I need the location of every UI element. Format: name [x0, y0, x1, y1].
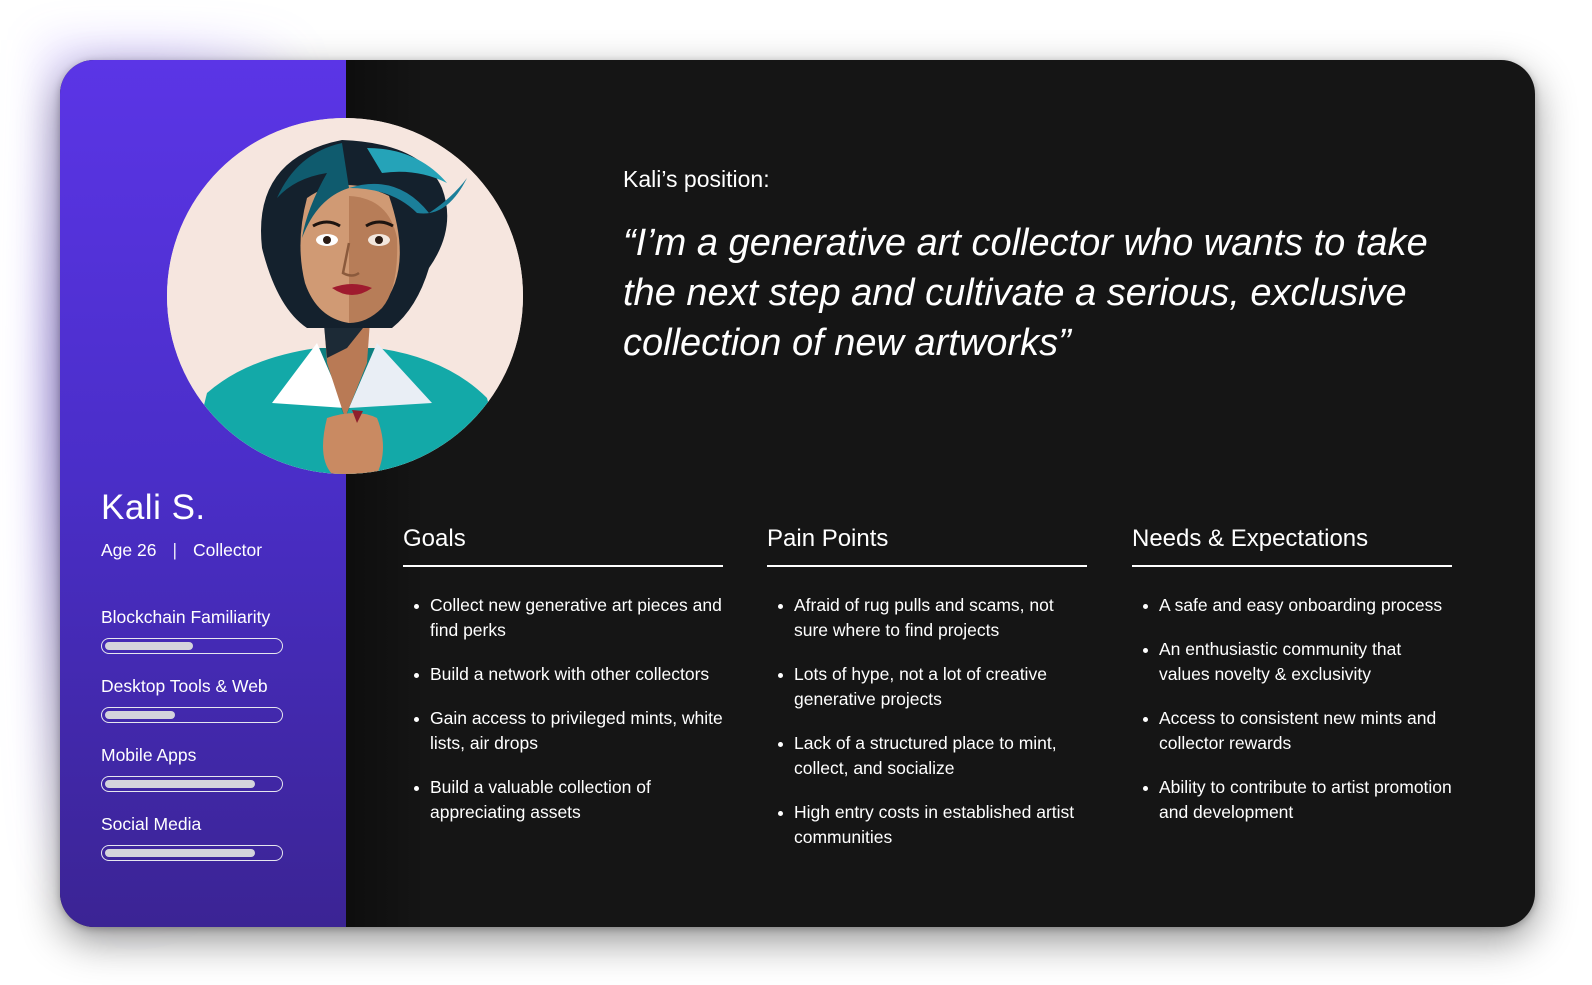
- list-item: High entry costs in established artist c…: [767, 800, 1087, 850]
- skill-track: [101, 776, 283, 792]
- persona-meta: Age 26 | Collector: [101, 540, 262, 561]
- skill-track: [101, 845, 283, 861]
- skill-level-bar: [105, 848, 255, 857]
- list-item: Access to consistent new mints and colle…: [1132, 706, 1452, 756]
- avatar: [167, 118, 523, 474]
- section-pain-points: Pain Points Afraid of rug pulls and scam…: [767, 525, 1087, 869]
- woman-portrait-icon: [167, 118, 523, 474]
- section-title: Pain Points: [767, 525, 1087, 567]
- skill-blockchain-familiarity: Blockchain Familiarity: [101, 607, 289, 654]
- list-item: A safe and easy onboarding process: [1132, 593, 1452, 618]
- skill-label: Blockchain Familiarity: [101, 607, 271, 627]
- persona-card: Kali S. Age 26 | Collector Blockchain Fa…: [60, 60, 1535, 927]
- position-quote: “I’m a generative art collector who want…: [623, 222, 1428, 364]
- pain-points-list: Afraid of rug pulls and scams, not sure …: [767, 593, 1087, 850]
- section-title: Needs & Expectations: [1132, 525, 1452, 567]
- skill-level-bar: [105, 641, 193, 650]
- needs-list: A safe and easy onboarding process An en…: [1132, 593, 1452, 825]
- skill-level-bar: [105, 710, 175, 719]
- skill-desktop-tools-web: Desktop Tools & Web: [101, 676, 289, 723]
- list-item: Collect new generative art pieces and fi…: [403, 593, 723, 643]
- skill-track: [101, 707, 283, 723]
- skill-label: Social Media: [101, 814, 202, 834]
- section-goals: Goals Collect new generative art pieces …: [403, 525, 723, 844]
- skill-track: [101, 638, 283, 654]
- skill-mobile-apps: Mobile Apps: [101, 745, 289, 792]
- persona-age: Age 26: [101, 540, 157, 560]
- list-item: Ability to contribute to artist promotio…: [1132, 775, 1452, 825]
- list-item: Afraid of rug pulls and scams, not sure …: [767, 593, 1087, 643]
- list-item: Gain access to privileged mints, white l…: [403, 706, 723, 756]
- section-needs-expectations: Needs & Expectations A safe and easy onb…: [1132, 525, 1452, 844]
- skill-label: Desktop Tools & Web: [101, 676, 268, 696]
- goals-list: Collect new generative art pieces and fi…: [403, 593, 723, 825]
- skill-level-bar: [105, 779, 255, 788]
- section-title: Goals: [403, 525, 723, 567]
- position-label: Kali’s position:: [623, 166, 770, 192]
- list-item: Build a valuable collection of appreciat…: [403, 775, 723, 825]
- persona-role: Collector: [193, 540, 263, 560]
- skill-social-media: Social Media: [101, 814, 289, 861]
- list-item: Lots of hype, not a lot of creative gene…: [767, 662, 1087, 712]
- skill-label: Mobile Apps: [101, 745, 197, 765]
- list-item: An enthusiastic community that values no…: [1132, 637, 1452, 687]
- persona-name: Kali S.: [101, 488, 206, 527]
- meta-separator: |: [172, 540, 178, 560]
- list-item: Build a network with other collectors: [403, 662, 723, 687]
- list-item: Lack of a structured place to mint, coll…: [767, 731, 1087, 781]
